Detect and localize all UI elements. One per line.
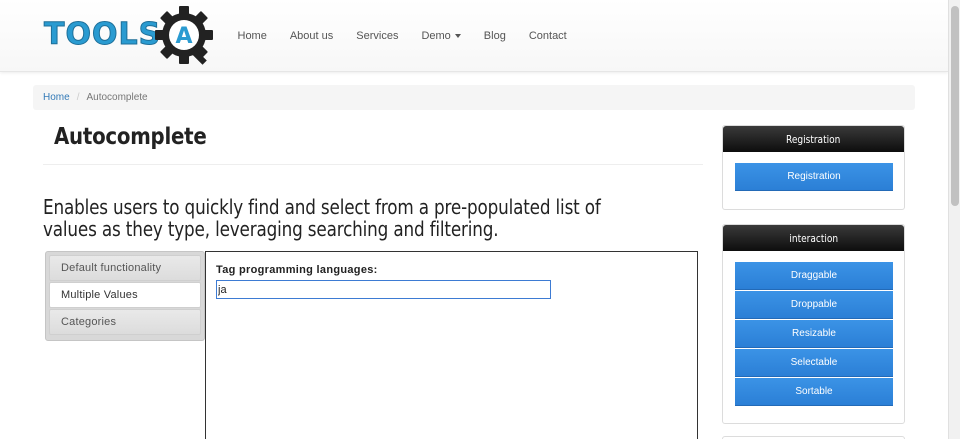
page-description: Enables users to quickly find and select…: [43, 195, 601, 241]
site-logo[interactable]: TOOLS A: [43, 4, 220, 68]
nav-home[interactable]: Home: [226, 30, 278, 42]
tab-default-functionality[interactable]: Default functionality: [49, 255, 201, 281]
breadcrumb-separator: /: [76, 92, 80, 103]
caret-down-icon: [454, 34, 461, 39]
sortable-button[interactable]: Sortable: [735, 378, 893, 406]
resizable-button[interactable]: Resizable: [735, 320, 893, 348]
draggable-button[interactable]: Draggable: [735, 262, 893, 290]
demo-panel: Tag programming languages:: [205, 251, 698, 439]
breadcrumb: Home / Autocomplete: [33, 85, 915, 110]
droppable-button[interactable]: Droppable: [735, 291, 893, 319]
logo-badge: A: [175, 24, 192, 49]
tags-field-label: Tag programming languages:: [216, 264, 378, 276]
registration-widget: Registration Registration: [722, 125, 905, 210]
nav-contact[interactable]: Contact: [517, 30, 578, 42]
tags-input[interactable]: [216, 280, 551, 299]
nav-about-us[interactable]: About us: [278, 30, 344, 42]
tab-categories[interactable]: Categories: [49, 309, 201, 335]
breadcrumb-current: Autocomplete: [86, 92, 148, 103]
page-title: Autocomplete: [54, 124, 207, 150]
interaction-widget: interaction Draggable Droppable Resizabl…: [722, 224, 905, 424]
tab-multiple-values[interactable]: Multiple Values: [49, 282, 201, 308]
registration-heading: Registration: [723, 126, 904, 152]
nav-demo[interactable]: Demo: [410, 30, 472, 42]
breadcrumb-home-link[interactable]: Home: [43, 92, 70, 103]
logo-text: TOOLS: [43, 17, 162, 53]
registration-button[interactable]: Registration: [735, 163, 893, 191]
interaction-heading: interaction: [723, 225, 904, 251]
site-header: TOOLS A Home About us Services Demo Blog…: [0, 0, 948, 72]
scrollbar-thumb[interactable]: [951, 6, 959, 206]
nav-demo-label: Demo: [421, 30, 451, 42]
nav-blog[interactable]: Blog: [472, 30, 517, 42]
selectable-button[interactable]: Selectable: [735, 349, 893, 377]
main-nav: Home About us Services Demo Blog Contact: [226, 0, 578, 72]
demo-tabs: Default functionality Multiple Values Ca…: [45, 251, 205, 341]
nav-services[interactable]: Services: [345, 30, 410, 42]
title-divider: [43, 164, 703, 165]
page-scrollbar[interactable]: [948, 0, 960, 439]
gear-logo-icon: A: [155, 6, 213, 65]
